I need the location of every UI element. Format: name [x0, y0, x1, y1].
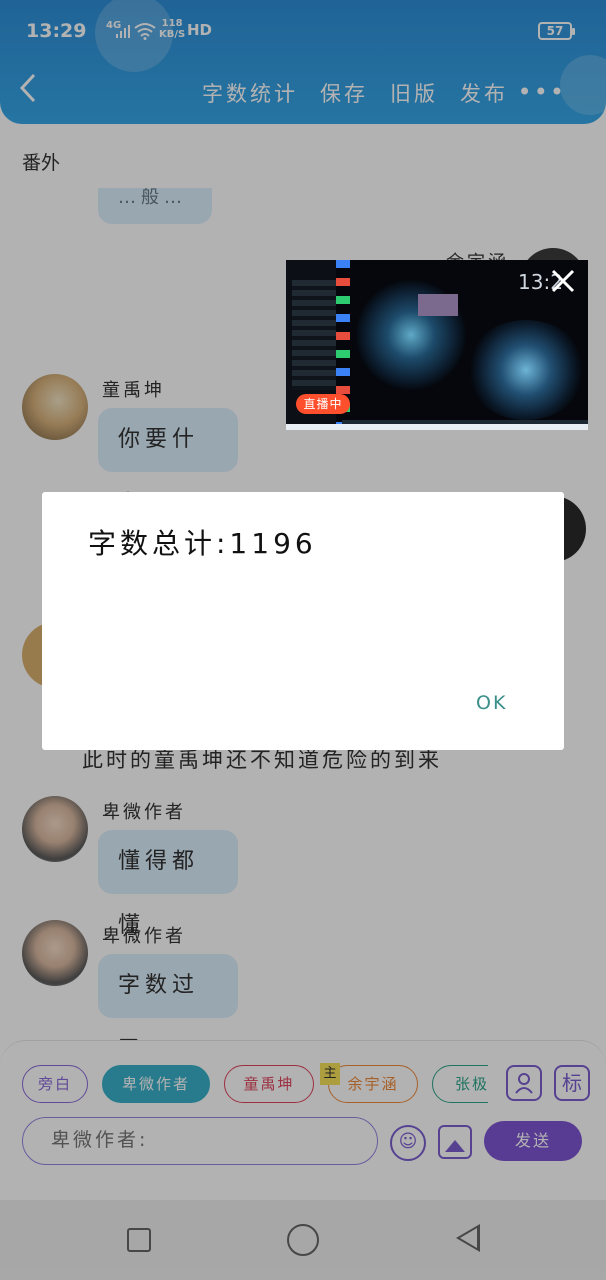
live-stream-window[interactable]: 直播中 13:2 — [286, 260, 588, 430]
word-count-dialog: 字数总计:1196 OK — [42, 492, 564, 750]
file-list — [292, 280, 336, 390]
taskbar — [342, 420, 588, 424]
fractal-wallpaper — [466, 320, 586, 420]
ok-button[interactable]: OK — [476, 692, 507, 714]
live-badge: 直播中 — [296, 394, 350, 414]
word-count-text: 字数总计:1196 — [88, 527, 317, 560]
close-icon[interactable] — [548, 268, 578, 298]
preview-thumbnail — [418, 294, 458, 316]
